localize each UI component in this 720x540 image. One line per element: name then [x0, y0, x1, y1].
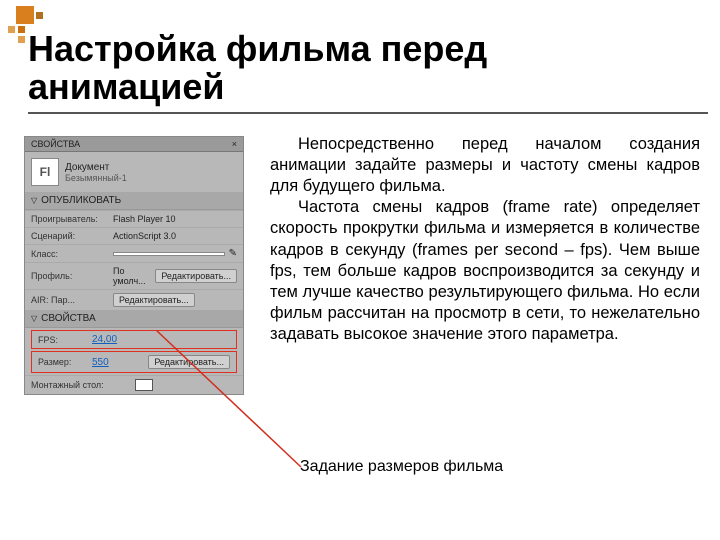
- size-label: Размер:: [38, 357, 88, 367]
- fps-value[interactable]: 24,00: [92, 334, 117, 345]
- profile-value: По умолч...: [113, 266, 151, 286]
- section-publish[interactable]: ▽ ОПУБЛИКОВАТЬ: [25, 192, 243, 210]
- chevron-down-icon: ▽: [31, 314, 37, 323]
- paragraph-2: Частота смены кадров (frame rate) опреде…: [270, 197, 700, 345]
- script-row: Сценарий: ActionScript 3.0: [25, 227, 243, 244]
- class-label: Класс:: [31, 249, 109, 259]
- class-row: Класс: ✎: [25, 244, 243, 262]
- class-input[interactable]: [113, 252, 225, 256]
- properties-panel: СВОЙСТВА × Fl Документ Безымянный-1 ▽ ОП…: [24, 136, 244, 395]
- player-row: Проигрыватель: Flash Player 10: [25, 210, 243, 227]
- close-icon[interactable]: ×: [232, 139, 237, 149]
- stage-row: Монтажный стол:: [25, 375, 243, 394]
- player-value: Flash Player 10: [113, 214, 176, 224]
- pencil-icon[interactable]: ✎: [229, 248, 237, 259]
- document-name: Безымянный-1: [65, 173, 127, 183]
- edit-profile-button[interactable]: Редактировать...: [155, 269, 237, 283]
- title-line-2: анимацией: [28, 66, 225, 107]
- body-text: Непосредственно перед началом создания а…: [270, 134, 700, 345]
- size-row: Размер: 550 Редактировать...: [31, 351, 237, 373]
- figure-caption: Задание размеров фильма: [300, 458, 503, 476]
- page-title: Настройка фильма перед анимацией: [28, 30, 708, 114]
- section-properties-label: СВОЙСТВА: [41, 313, 96, 324]
- air-label: AIR: Пар...: [31, 295, 109, 305]
- profile-label: Профиль:: [31, 271, 109, 281]
- document-row: Fl Документ Безымянный-1: [25, 152, 243, 192]
- profile-row: Профиль: По умолч... Редактировать...: [25, 262, 243, 289]
- size-value[interactable]: 550: [92, 357, 144, 368]
- tab-properties[interactable]: СВОЙСТВА: [31, 139, 80, 149]
- edit-air-button[interactable]: Редактировать...: [113, 293, 195, 307]
- section-properties[interactable]: ▽ СВОЙСТВА: [25, 310, 243, 328]
- air-row: AIR: Пар... Редактировать...: [25, 289, 243, 310]
- section-publish-label: ОПУБЛИКОВАТЬ: [41, 195, 121, 206]
- edit-size-button[interactable]: Редактировать...: [148, 355, 230, 369]
- stage-color-swatch[interactable]: [135, 379, 153, 391]
- document-label: Документ: [65, 162, 127, 173]
- paragraph-1: Непосредственно перед началом создания а…: [270, 134, 700, 197]
- chevron-down-icon: ▽: [31, 196, 37, 205]
- fps-label: FPS:: [38, 335, 88, 345]
- stage-label: Монтажный стол:: [31, 380, 131, 390]
- title-line-1: Настройка фильма перед: [28, 28, 487, 69]
- panel-tab-bar: СВОЙСТВА ×: [25, 137, 243, 152]
- flash-document-icon: Fl: [31, 158, 59, 186]
- script-label: Сценарий:: [31, 231, 109, 241]
- fps-row: FPS: 24,00: [31, 330, 237, 349]
- player-label: Проигрыватель:: [31, 214, 109, 224]
- script-value: ActionScript 3.0: [113, 231, 176, 241]
